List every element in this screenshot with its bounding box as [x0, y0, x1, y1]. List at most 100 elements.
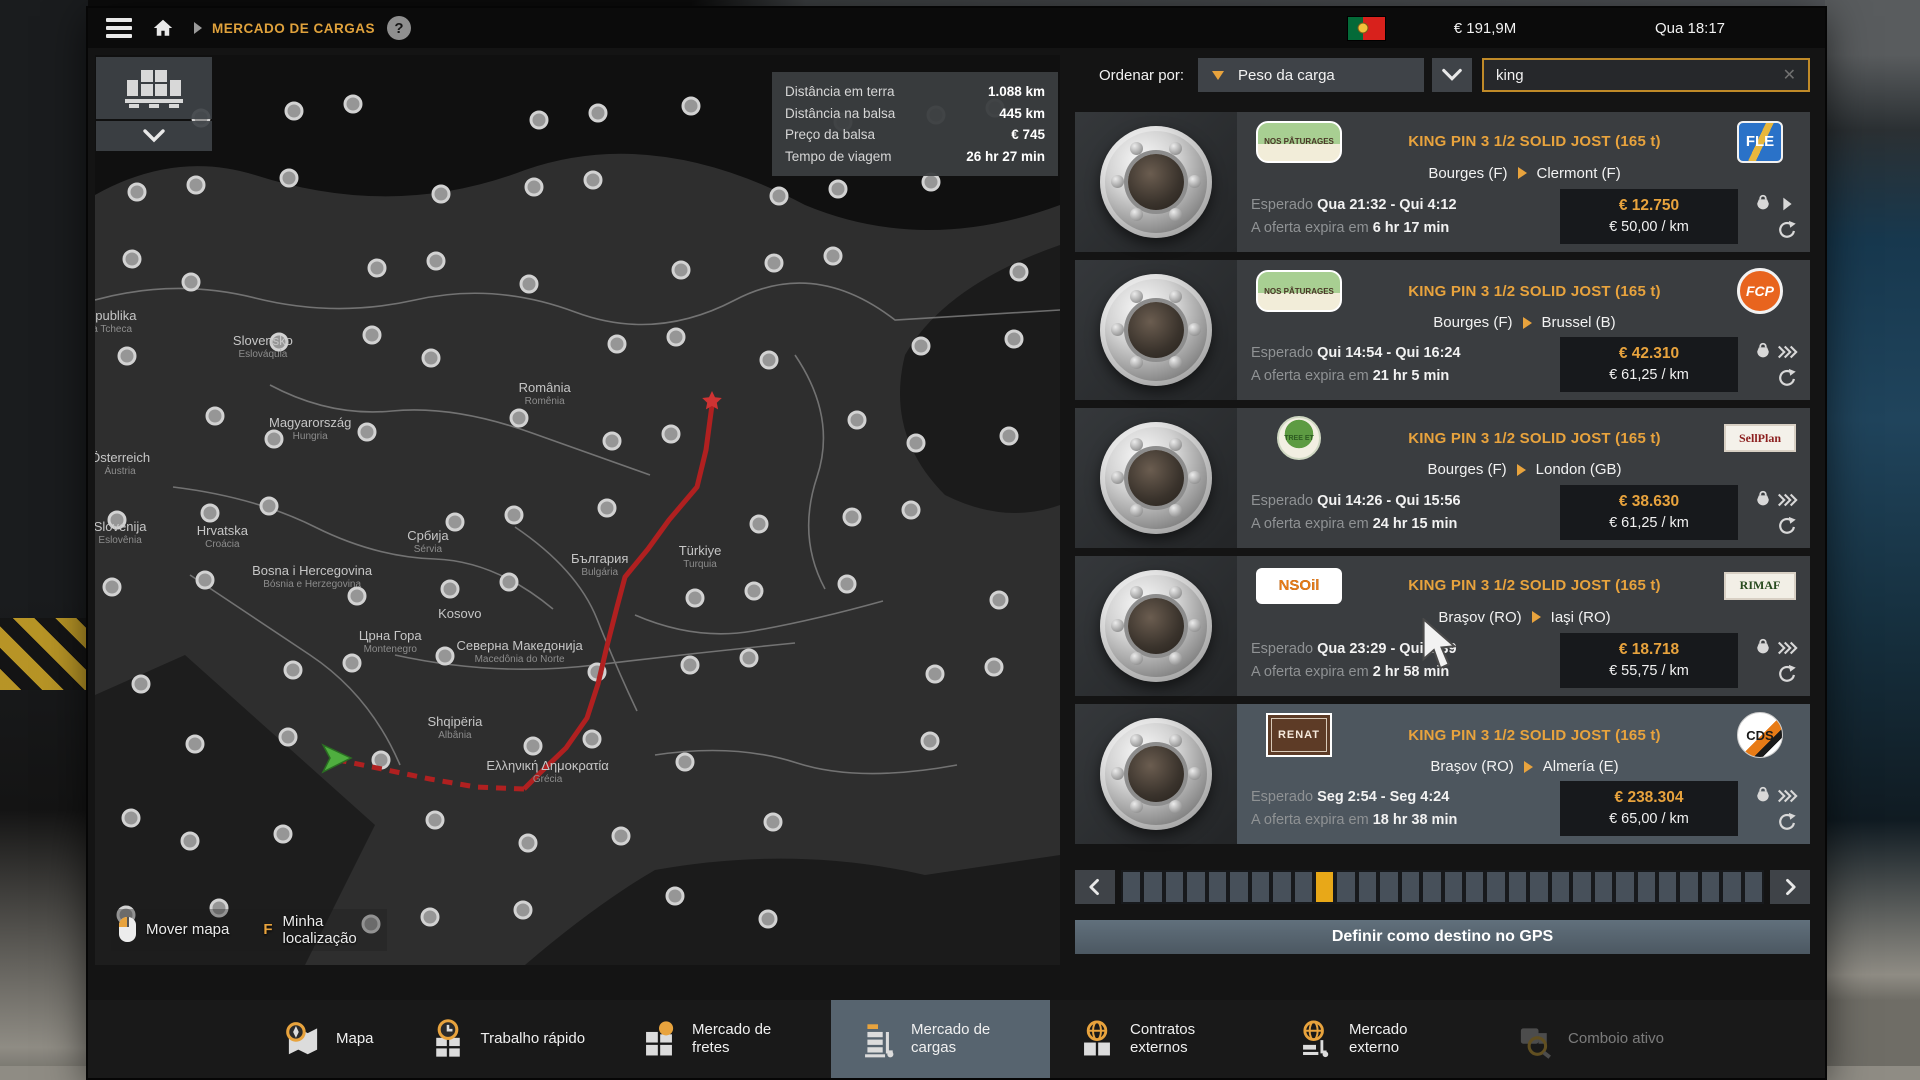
page-tick[interactable] [1487, 872, 1504, 902]
nav-item-label: Mapa [336, 1030, 374, 1048]
page-tick[interactable] [1423, 872, 1440, 902]
cargo-offer-card[interactable]: NOS PÂTURAGES KING PIN 3 1/2 SOLID JOST … [1075, 112, 1810, 252]
nav-contratos-externos[interactable]: Contratos externos [1050, 1000, 1269, 1078]
heavy-cargo-icon [1752, 193, 1774, 215]
price-box: € 38.630 € 61,25 / km [1560, 485, 1738, 540]
receiver-company-logo: FCP [1737, 268, 1783, 314]
route-cities: Bourges (F) London (GB) [1251, 460, 1798, 479]
heavy-cargo-icon [1752, 489, 1774, 511]
page-tick[interactable] [1723, 872, 1740, 902]
route-info-label: Distância na balsa [785, 103, 895, 125]
sender-company-logo: TREE ET [1277, 416, 1321, 460]
page-tick[interactable] [1166, 872, 1183, 902]
sort-expand-button[interactable] [1432, 58, 1472, 92]
nav-mapa[interactable]: Mapa [256, 1000, 401, 1078]
urgency-icon [1776, 785, 1798, 807]
offers-list: NOS PÂTURAGES KING PIN 3 1/2 SOLID JOST … [1075, 112, 1810, 844]
receiver-company-logo: FLE [1737, 121, 1783, 163]
page-tick[interactable] [1702, 872, 1719, 902]
page-tick[interactable] [1123, 872, 1140, 902]
filter-row: Ordenar por: Peso da carga ✕ [1075, 58, 1810, 92]
menu-icon[interactable] [106, 18, 132, 38]
chevron-left-icon [1085, 876, 1105, 898]
nav-mercado-de-fretes[interactable]: Mercado de fretes [612, 1000, 831, 1078]
receiver-company-logo: RIMAF [1724, 572, 1796, 600]
nav-item-icon [1296, 1019, 1336, 1059]
home-icon[interactable] [148, 15, 178, 41]
king-pin-image [1100, 718, 1212, 830]
page-tick[interactable] [1359, 872, 1376, 902]
map-panel-collapse-button[interactable] [96, 121, 212, 151]
page-tick[interactable] [1680, 872, 1697, 902]
route-info-value: € 745 [1011, 124, 1045, 146]
king-pin-image [1100, 422, 1212, 534]
offer-expiry: A oferta expira em 2 hr 58 min [1251, 661, 1560, 683]
page-tick[interactable] [1252, 872, 1269, 902]
route-info-row: Tempo de viagem 26 hr 27 min [785, 146, 1045, 168]
cargo-offer-card[interactable]: RENAT KING PIN 3 1/2 SOLID JOST (165 t) … [1075, 704, 1810, 844]
route-arrow-icon [1532, 611, 1541, 623]
set-gps-destination-button[interactable]: Definir como destino no GPS [1075, 920, 1810, 954]
page-tick[interactable] [1638, 872, 1655, 902]
cargo-market-window: MERCADO DE CARGAS ? € 191,9M Qua 18:17 [88, 8, 1825, 1078]
return-job-icon [1776, 663, 1798, 685]
player-money: € 191,9M [1385, 20, 1585, 37]
nav-trabalho-rapido[interactable]: Trabalho rápido [401, 1000, 613, 1078]
pagination [1075, 870, 1810, 904]
expected-time: Esperado Qua 21:32 - Qui 4:12 [1251, 194, 1560, 216]
prev-page-button[interactable] [1075, 870, 1115, 904]
sort-value: Peso da carga [1238, 67, 1335, 84]
page-tick[interactable] [1573, 872, 1590, 902]
expected-time: Esperado Qua 23:29 - Qui 3:39 [1251, 638, 1560, 660]
price-per-km: € 61,25 / km [1560, 513, 1738, 535]
my-location-label: Minha localização [283, 913, 379, 948]
page-tick[interactable] [1616, 872, 1633, 902]
map-legend: Mover mapa F Minha localização [111, 909, 387, 952]
nav-mercado-de-cargas[interactable]: Mercado de cargas [831, 1000, 1050, 1078]
page-tick[interactable] [1337, 872, 1354, 902]
cargo-offer-card[interactable]: NSOil KING PIN 3 1/2 SOLID JOST (165 t) … [1075, 556, 1810, 696]
page-tick[interactable] [1316, 872, 1333, 902]
page-tick[interactable] [1552, 872, 1569, 902]
page-tick[interactable] [1745, 872, 1762, 902]
cargo-select-button[interactable] [96, 57, 212, 119]
urgency-icon [1776, 637, 1798, 659]
page-tick[interactable] [1273, 872, 1290, 902]
page-tick[interactable] [1659, 872, 1676, 902]
garage-truck-right [1825, 0, 1920, 1080]
price-per-km: € 65,00 / km [1560, 809, 1738, 831]
cargo-offer-card[interactable]: TREE ET KING PIN 3 1/2 SOLID JOST (165 t… [1075, 408, 1810, 548]
cargo-title: KING PIN 3 1/2 SOLID JOST (165 t) [1347, 283, 1722, 300]
page-tick[interactable] [1595, 872, 1612, 902]
page-tick[interactable] [1380, 872, 1397, 902]
page-tick[interactable] [1466, 872, 1483, 902]
game-time: Qua 18:17 [1585, 20, 1795, 37]
page-tick[interactable] [1445, 872, 1462, 902]
next-page-button[interactable] [1770, 870, 1810, 904]
route-info-row: Preço da balsa € 745 [785, 124, 1045, 146]
route-map[interactable]: á republika blica Tcheca Slovensko Eslov… [95, 55, 1060, 965]
page-tick[interactable] [1144, 872, 1161, 902]
nav-item-icon [283, 1019, 323, 1059]
page-tick[interactable] [1187, 872, 1204, 902]
page-tick[interactable] [1402, 872, 1419, 902]
move-map-label: Mover mapa [146, 921, 229, 938]
search-input[interactable] [1494, 66, 1781, 85]
nav-mercado-externo[interactable]: Mercado externo [1269, 1000, 1488, 1078]
help-icon[interactable]: ? [387, 16, 411, 40]
page-tick[interactable] [1295, 872, 1312, 902]
sender-company-logo: NSOil [1256, 568, 1342, 604]
route-info-label: Distância em terra [785, 81, 895, 103]
page-tick[interactable] [1530, 872, 1547, 902]
page-tick[interactable] [1209, 872, 1226, 902]
clear-search-icon[interactable]: ✕ [1781, 65, 1798, 85]
origin-city: Braşov (RO) [1430, 758, 1513, 775]
cargo-price: € 238.304 [1560, 786, 1738, 809]
page-tick[interactable] [1230, 872, 1247, 902]
cargo-price: € 18.718 [1560, 638, 1738, 661]
sort-dropdown[interactable]: Peso da carga [1198, 58, 1424, 92]
cargo-offer-card[interactable]: NOS PÂTURAGES KING PIN 3 1/2 SOLID JOST … [1075, 260, 1810, 400]
heavy-cargo-icon [1752, 785, 1774, 807]
page-tick[interactable] [1509, 872, 1526, 902]
heavy-cargo-icon [1752, 341, 1774, 363]
